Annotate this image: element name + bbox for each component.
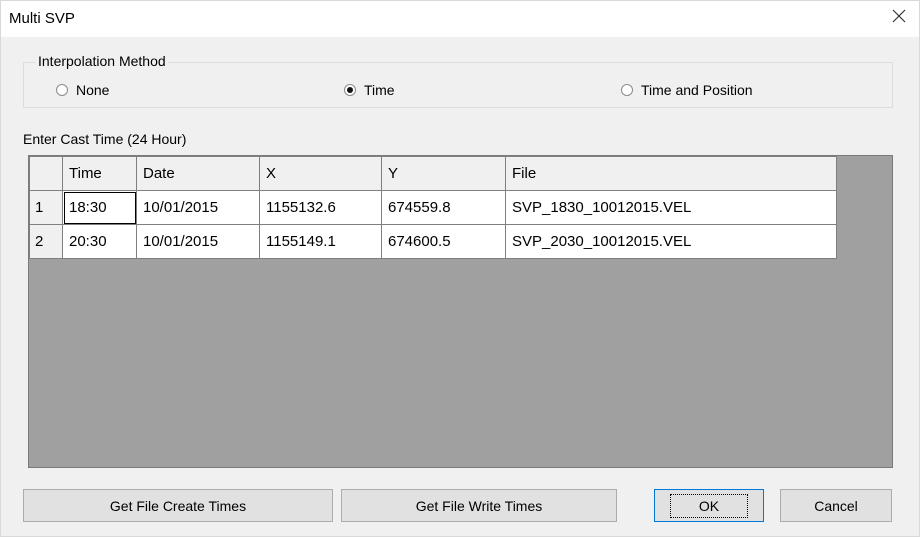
radio-time-and-position-label: Time and Position	[641, 82, 753, 98]
radio-time-and-position[interactable]: Time and Position	[621, 82, 753, 98]
cell-date[interactable]: 10/01/2015	[136, 190, 260, 225]
radio-time-and-position-circle[interactable]	[621, 84, 633, 96]
column-header-file[interactable]: File	[505, 156, 837, 191]
interpolation-method-legend: Interpolation Method	[36, 53, 168, 69]
header-row: Time Date X Y File	[29, 156, 837, 191]
radio-time-circle[interactable]	[344, 84, 356, 96]
ok-button[interactable]: OK	[654, 489, 764, 522]
cell-file[interactable]: SVP_2030_10012015.VEL	[505, 224, 837, 259]
cast-table: Time Date X Y File 1 18:30 10/01/2015 11…	[29, 156, 837, 259]
radio-none-label: None	[76, 82, 110, 98]
cast-grid[interactable]: Time Date X Y File 1 18:30 10/01/2015 11…	[28, 155, 893, 468]
close-icon	[892, 9, 906, 23]
table-row: 1 18:30 10/01/2015 1155132.6 674559.8 SV…	[29, 190, 837, 225]
cancel-button[interactable]: Cancel	[780, 489, 892, 522]
column-header-y[interactable]: Y	[381, 156, 506, 191]
row-header[interactable]: 1	[29, 190, 63, 225]
multi-svp-dialog: Multi SVP Interpolation Method None Time…	[0, 0, 920, 537]
window-title: Multi SVP	[9, 10, 75, 27]
title-bar: Multi SVP	[1, 1, 919, 37]
radio-none-circle[interactable]	[56, 84, 68, 96]
cell-x[interactable]: 1155132.6	[259, 190, 382, 225]
cell-time[interactable]: 18:30	[62, 190, 137, 225]
corner-cell[interactable]	[29, 156, 63, 191]
cell-time[interactable]: 20:30	[62, 224, 137, 259]
cell-y[interactable]: 674559.8	[381, 190, 506, 225]
cell-x[interactable]: 1155149.1	[259, 224, 382, 259]
row-header[interactable]: 2	[29, 224, 63, 259]
cell-date[interactable]: 10/01/2015	[136, 224, 260, 259]
cell-y[interactable]: 674600.5	[381, 224, 506, 259]
get-file-create-times-button[interactable]: Get File Create Times	[23, 489, 333, 522]
table-row: 2 20:30 10/01/2015 1155149.1 674600.5 SV…	[29, 224, 837, 259]
cell-file[interactable]: SVP_1830_10012015.VEL	[505, 190, 837, 225]
get-file-write-times-button[interactable]: Get File Write Times	[341, 489, 617, 522]
radio-none[interactable]: None	[56, 82, 109, 98]
radio-time-label: Time	[364, 82, 395, 98]
column-header-time[interactable]: Time	[62, 156, 137, 191]
close-button[interactable]	[879, 1, 919, 31]
radio-time[interactable]: Time	[344, 82, 395, 98]
column-header-date[interactable]: Date	[136, 156, 260, 191]
cast-time-label: Enter Cast Time (24 Hour)	[23, 131, 187, 147]
column-header-x[interactable]: X	[259, 156, 382, 191]
ok-button-label: OK	[669, 493, 749, 518]
